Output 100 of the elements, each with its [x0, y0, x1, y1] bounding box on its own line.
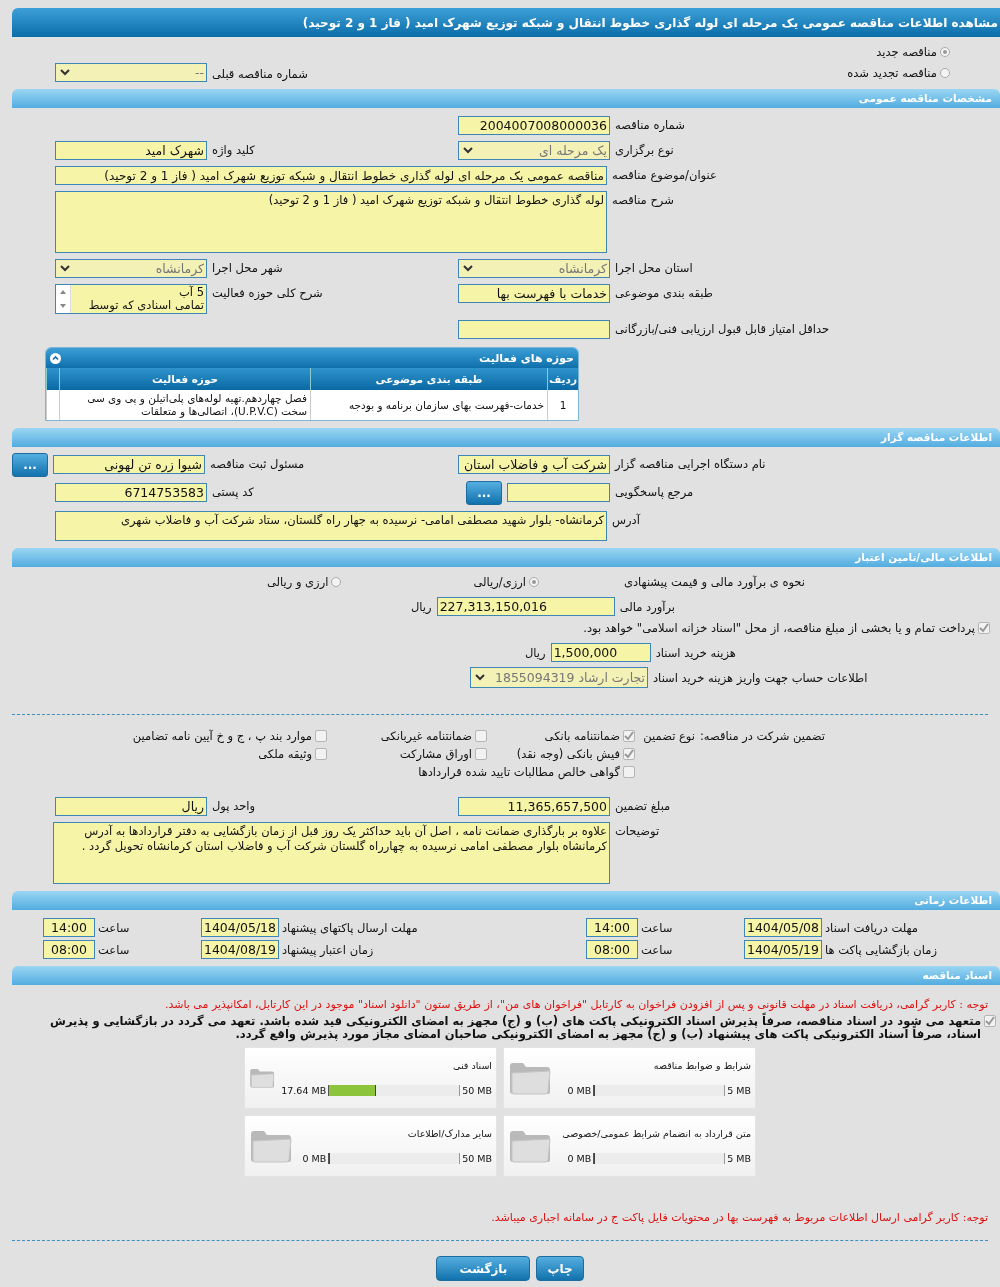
date-field[interactable]: 1404/05/19 [744, 940, 822, 959]
chevron-down-icon [60, 265, 70, 272]
field-label: زمان بازگشایی پاکت ها [825, 942, 938, 957]
back-button[interactable]: بازگشت [436, 1256, 531, 1281]
text-field[interactable]: ریال [55, 797, 207, 816]
radio-button[interactable]: ارزی و ریالی [266, 575, 342, 589]
checkbox-label: گواهی خالص مطالبات تایید شده قراردادها [418, 765, 620, 779]
checkbox-label: فیش بانکی (وجه نقد) [516, 747, 620, 761]
checkbox-label: وثیقه ملکی [258, 747, 312, 761]
collapse-icon[interactable] [50, 352, 61, 364]
page-title: مشاهده اطلاعات مناقصه عمومی یک مرحله ای لوله گذاری خطوط انتقال و شبکه توزیع شهرک امید ( فاز 1 و 2 توحید) [302, 15, 998, 30]
column-header: ردیف [547, 368, 578, 390]
text-field[interactable]: 227,313,150,016 [436, 597, 615, 616]
date-field[interactable]: 1404/08/19 [201, 940, 279, 959]
field-label: ساعت [641, 942, 674, 957]
time-field[interactable]: 08:00 [586, 940, 638, 959]
column-header: طبقه بندی موضوعی [310, 368, 548, 390]
checkbox[interactable] [984, 1015, 996, 1027]
text-area[interactable]: لوله گذاری خطوط انتقال و شبکه توزیع شهرک امید ( فاز 1 و 2 توحید) [55, 191, 607, 253]
checkbox-label: پرداخت تمام و یا بخشی از مبلغ مناقصه، از محل "اسناد خزانه اسلامی" خواهد بود. [583, 621, 975, 635]
field-label: نحوه ی برآورد مالی و قیمت پیشنهادی [623, 575, 805, 589]
checkbox-label: موارد بند پ ، ج و خ آیین نامه تضامین [132, 729, 312, 743]
field-label: شهر محل اجرا [212, 260, 284, 275]
field-label: نوع برگزاری [615, 142, 675, 157]
checkbox[interactable] [475, 748, 487, 760]
radio-button[interactable]: مناقصه جدید [876, 45, 950, 59]
radio-button[interactable]: مناقصه تجدید شده [847, 65, 950, 80]
section-header: اطلاعات مناقصه گزار [12, 428, 1000, 447]
text-area[interactable]: 5 آب تمامی اسنادی که توسط [55, 284, 207, 314]
field-label: هزینه خرید اسناد [655, 645, 736, 660]
field-label: توضیحات [614, 823, 661, 838]
checkbox[interactable] [623, 748, 635, 760]
print-button[interactable]: چاپ [536, 1256, 584, 1281]
field-label: شماره مناقصه قبلی [212, 65, 308, 81]
time-field[interactable]: 08:00 [43, 940, 95, 959]
text-field[interactable]: خدمات با فهرست بها [458, 284, 610, 303]
text-field[interactable]: 2004007008000036 [458, 116, 610, 135]
file-size: 17.64 MB [281, 1085, 327, 1096]
field-label: برآورد مالی [619, 599, 675, 614]
field-label: طبقه بندی موضوعی [615, 285, 714, 300]
text-field[interactable] [507, 483, 610, 502]
section-header: مشخصات مناقصه عمومی [12, 89, 1000, 108]
table-cell: 1 [559, 399, 567, 411]
unit-label: ریال [525, 645, 546, 660]
field-label: شرح کلی حوزه فعالیت [212, 285, 324, 300]
dropdown[interactable]: تجارت ارشاد 1855094319 [470, 667, 648, 688]
text-field[interactable]: 6714753583 [55, 483, 207, 502]
field-label: ساعت [98, 942, 131, 957]
radio-button[interactable]: ارزی/ریالی [473, 575, 539, 589]
file-name: شرایط و ضوابط مناقصه [652, 1060, 751, 1071]
dropdown[interactable]: -- [55, 63, 207, 82]
field-label: مسئول ثبت مناقصه [210, 456, 306, 471]
field-label: زمان اعتبار پیشنهاد [282, 942, 375, 957]
browse-button[interactable]: ... [466, 481, 502, 505]
field-label: واحد پول [212, 798, 257, 813]
checkbox[interactable] [623, 766, 635, 778]
text-area[interactable]: علاوه بر بارگذاری ضمانت نامه ، اصل آن باید حداکثر یک روز قبل از زمان بازگشایی به دفتر قراردادها به آدرس کرمانشاه بلوار مصطفی امامی نرسیده به چهارراه گلستان شرکت آب و فاضلاب استان کرمانشاه تحویل گردد . [53, 822, 610, 884]
text-field[interactable]: شرکت آب و فاضلاب استان [458, 455, 610, 474]
checkbox[interactable] [315, 730, 327, 742]
field-label: نام دستگاه اجرایی مناقصه گزار [615, 456, 767, 471]
checkbox-label: اوراق مشارکت [399, 747, 472, 761]
checkbox[interactable] [978, 622, 990, 634]
table-title: حوزه های فعالیت [479, 351, 574, 365]
file-name: سایر مدارک/اطلاعات [406, 1128, 492, 1139]
chevron-down-icon [60, 69, 70, 76]
field-label: استان محل اجرا [615, 260, 694, 275]
text-field[interactable]: مناقصه عمومی یک مرحله ای لوله گذاری خطوط انتقال و شبکه توزیع شهرک امید ( فاز 1 و 2 توحید) [55, 166, 607, 185]
field-label: ساعت [641, 920, 674, 935]
file-size-limit: 5 MB [727, 1085, 751, 1096]
table-cell: فصل چهاردهم.تهیه لوله‌های پلی‌اتیلن و پی وی سی سخت (U.P.V.C)، اتصالی‌ها و متعلقات [87, 392, 307, 417]
field-label: مرجع پاسخگویی [615, 484, 695, 499]
text-area[interactable]: کرمانشاه- بلوار شهید مصطفی امامی- نرسیده به جهار راه گلستان، ستاد شرکت آب و فاضلاب شهری [55, 511, 607, 541]
folder-icon [508, 1128, 552, 1164]
text-field[interactable]: شهرک امید [55, 141, 207, 160]
table-cell: خدمات-فهرست بهای سازمان برنامه و بودجه [348, 399, 544, 411]
text-field[interactable]: شیوا زره تن لهونی [53, 455, 205, 474]
date-field[interactable]: 1404/05/18 [201, 918, 279, 937]
checkbox[interactable] [315, 748, 327, 760]
field-label: اطلاعات حساب جهت واریز هزینه خرید اسناد [653, 670, 868, 685]
field-label: آدرس [611, 512, 641, 527]
text-field[interactable]: 1,500,000 [550, 643, 651, 662]
checkbox[interactable] [475, 730, 487, 742]
file-size-limit: 50 MB [462, 1085, 492, 1096]
folder-icon [249, 1128, 293, 1164]
chevron-down-icon [475, 674, 485, 681]
notice-text: توجه: کاربر گرامی ارسال اطلاعات مربوط به فهرست بها در محتویات فایل پاکت ج در سامانه اجباری میباشد. [490, 1210, 989, 1224]
text-field[interactable]: 11,365,657,500 [458, 797, 610, 816]
date-field[interactable]: 1404/05/08 [744, 918, 822, 937]
file-size: 0 MB [302, 1153, 327, 1164]
field-label: نوع تضمین [642, 729, 695, 743]
dropdown[interactable]: کرمانشاه [458, 259, 610, 278]
time-field[interactable]: 14:00 [586, 918, 638, 937]
file-name: متن قرارداد به انضمام شرایط عمومی/خصوصی [561, 1128, 751, 1139]
text-field[interactable] [458, 320, 610, 339]
checkbox[interactable] [623, 730, 635, 742]
dropdown[interactable]: یک مرحله ای [458, 141, 610, 160]
dropdown[interactable]: کرمانشاه [55, 259, 207, 278]
browse-button[interactable]: ... [12, 453, 48, 477]
section-header: اطلاعات زمانی [12, 891, 1000, 910]
time-field[interactable]: 14:00 [43, 918, 95, 937]
